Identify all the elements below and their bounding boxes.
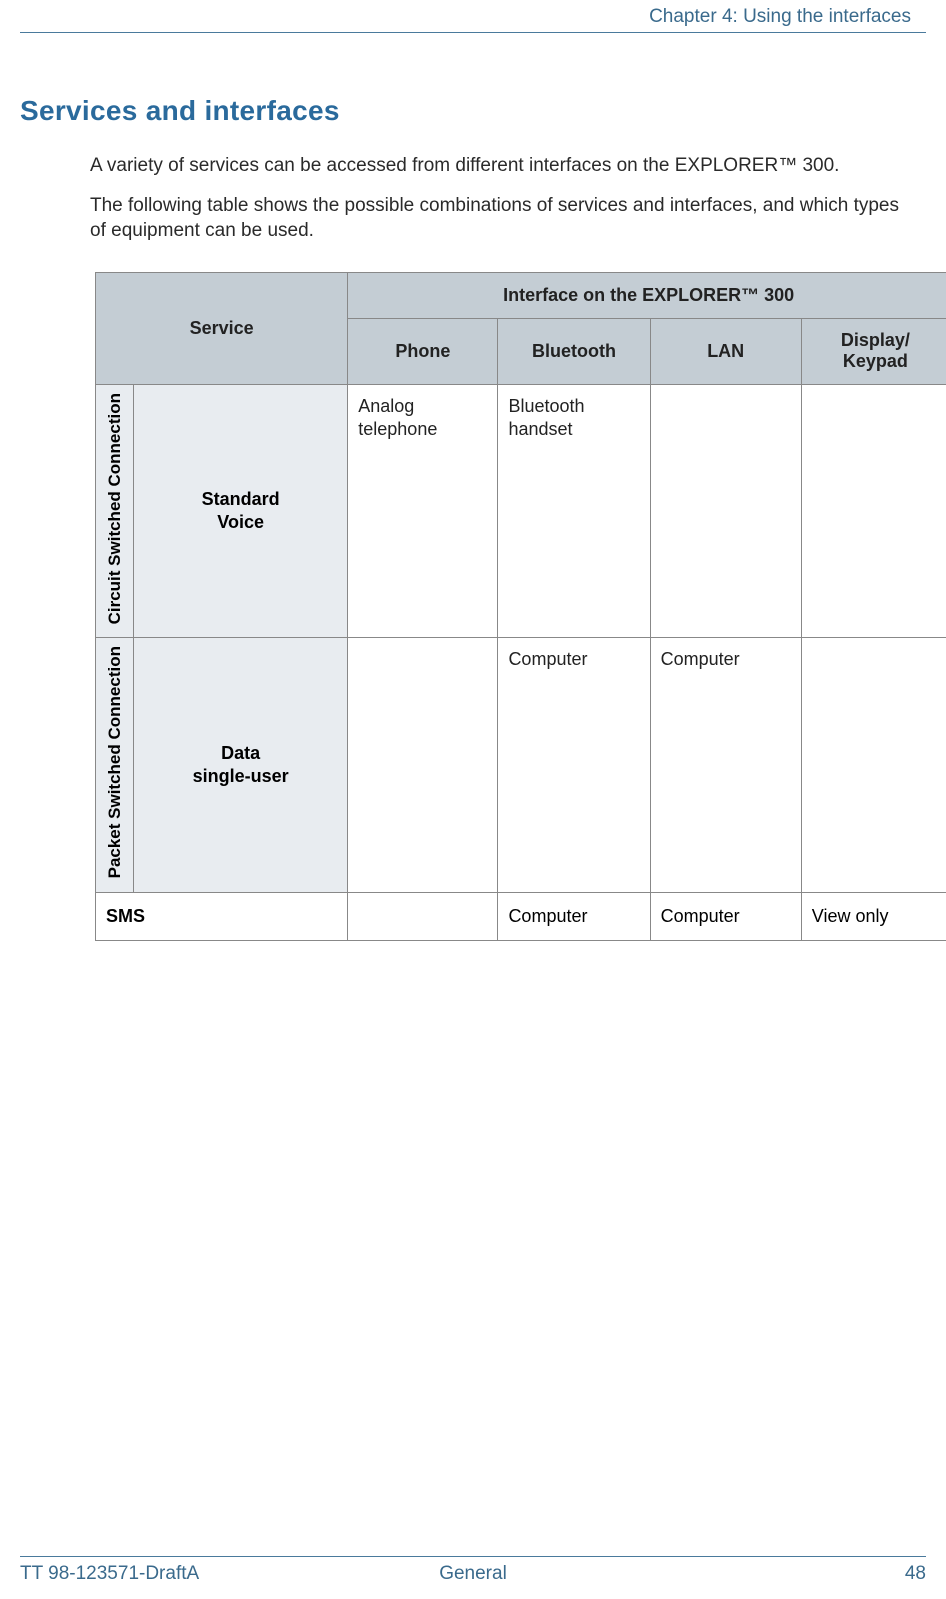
th-lan: LAN	[650, 318, 801, 384]
services-table-wrap: Service Interface on the EXPLORER™ 300 P…	[95, 272, 911, 941]
paragraph-1: A variety of services can be accessed fr…	[90, 153, 911, 179]
cell-bluetooth: Computer	[498, 638, 650, 892]
footer-section: General	[439, 1563, 507, 1585]
th-service: Service	[96, 272, 348, 384]
category-packet-switched: Packet Switched Connection	[96, 638, 134, 892]
cell-lan	[650, 384, 801, 637]
service-data-single-user: Data single-user	[134, 638, 348, 892]
footer-page-number: 48	[905, 1563, 926, 1585]
service-standard-voice: Standard Voice	[134, 384, 348, 637]
section-title: Services and interfaces	[20, 95, 926, 127]
th-bluetooth: Bluetooth	[498, 318, 650, 384]
chapter-title: Chapter 4: Using the interfaces	[649, 6, 911, 27]
category-circuit-switched: Circuit Switched Connection	[96, 384, 134, 637]
cell-phone	[348, 892, 498, 940]
table-row: Circuit Switched Connection Standard Voi…	[96, 384, 946, 637]
cell-lan: Computer	[650, 892, 801, 940]
page-footer: TT 98-123571-DraftA General 48	[20, 1556, 926, 1585]
cell-bluetooth: Computer	[498, 892, 650, 940]
th-interface-span: Interface on the EXPLORER™ 300	[348, 272, 946, 318]
cell-display	[801, 638, 946, 892]
section-body: A variety of services can be accessed fr…	[90, 153, 911, 244]
paragraph-2: The following table shows the possible c…	[90, 193, 911, 244]
cell-phone	[348, 638, 498, 892]
service-sms: SMS	[96, 892, 348, 940]
th-phone: Phone	[348, 318, 498, 384]
category-label: Packet Switched Connection	[105, 638, 125, 886]
page-header: Chapter 4: Using the interfaces	[20, 0, 926, 33]
services-interfaces-table: Service Interface on the EXPLORER™ 300 P…	[95, 272, 946, 941]
cell-phone: Analog telephone	[348, 384, 498, 637]
cell-display	[801, 384, 946, 637]
category-label: Circuit Switched Connection	[105, 385, 125, 632]
cell-bluetooth: Bluetooth handset	[498, 384, 650, 637]
th-display-keypad: Display/ Keypad	[801, 318, 946, 384]
cell-display: View only	[801, 892, 946, 940]
footer-doc-id: TT 98-123571-DraftA	[20, 1563, 199, 1585]
table-row: SMS Computer Computer View only	[96, 892, 946, 940]
table-row: Packet Switched Connection Data single-u…	[96, 638, 946, 892]
cell-lan: Computer	[650, 638, 801, 892]
